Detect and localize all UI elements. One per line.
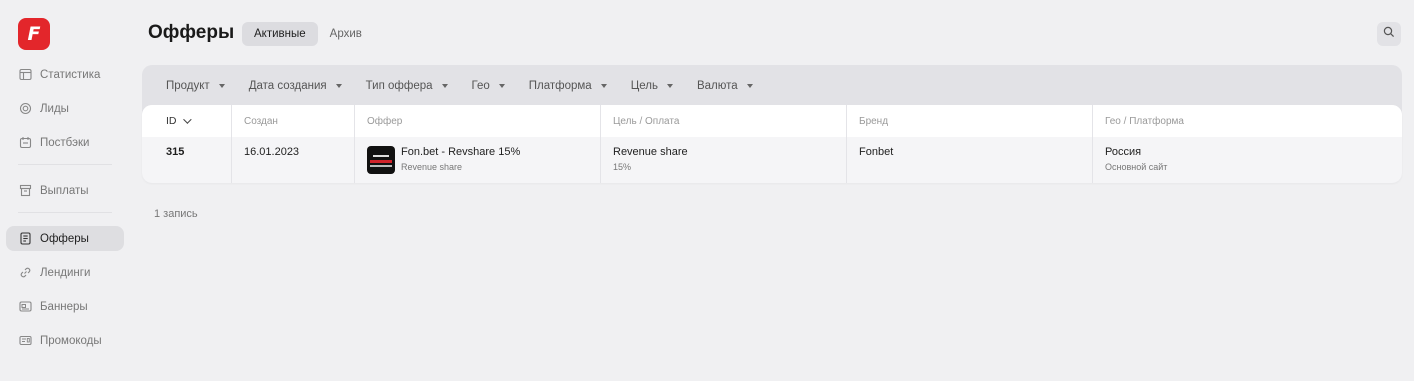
cell-id: 315	[142, 137, 232, 183]
caret-down-icon	[335, 83, 342, 88]
filter-product[interactable]: Продукт	[166, 80, 225, 92]
offer-logo-thumbnail	[367, 146, 395, 174]
tab-archive[interactable]: Архив	[318, 22, 374, 46]
filter-label: Дата создания	[248, 79, 327, 92]
offer-subtitle: Revenue share	[401, 162, 463, 172]
filter-bar: Продукт Дата создания Тип оффера Гео Пла…	[142, 65, 1402, 106]
tab-active[interactable]: Активные	[242, 22, 318, 46]
filter-platform[interactable]: Платформа	[529, 80, 607, 92]
offers-table: ID Создан Оффер Цель / Оплата Бренд Гео …	[142, 105, 1402, 183]
offers-panel: Продукт Дата создания Тип оффера Гео Пла…	[142, 65, 1402, 183]
filter-currency[interactable]: Валюта	[697, 80, 753, 92]
sidebar-item-offers[interactable]: Офферы	[6, 226, 124, 251]
sidebar-item-landings[interactable]: Лендинги	[6, 260, 124, 285]
cell-goal: Revenue share 15%	[601, 137, 847, 183]
cell-created: 16.01.2023	[232, 137, 355, 183]
sidebar-item-label: Промокоды	[40, 334, 102, 347]
target-icon	[18, 102, 32, 116]
offer-status-tabs: Активные Архив	[242, 22, 374, 46]
postback-icon	[18, 136, 32, 150]
filter-label: Валюта	[696, 79, 738, 92]
filter-offer-type[interactable]: Тип оффера	[366, 80, 448, 92]
sidebar-item-payouts[interactable]: Выплаты	[6, 178, 124, 203]
caret-down-icon	[441, 83, 448, 88]
column-header-offer: Оффер	[355, 105, 601, 137]
geo-label: Россия	[1105, 146, 1142, 158]
filter-goal[interactable]: Цель	[631, 80, 673, 92]
sidebar-item-postbacks[interactable]: Постбэки	[6, 130, 124, 155]
brand-name: Fonbet	[859, 146, 894, 158]
filter-created-date[interactable]: Дата создания	[249, 80, 342, 92]
filter-label: Цель	[630, 79, 658, 92]
sidebar: Статистика Лиды Постбэки Выплаты Офферы …	[6, 62, 124, 362]
sidebar-item-label: Выплаты	[40, 184, 89, 197]
sidebar-item-promocodes[interactable]: Промокоды	[6, 328, 124, 353]
cell-brand: Fonbet	[847, 137, 1093, 183]
created-date: 16.01.2023	[244, 146, 300, 158]
column-label: ID	[166, 115, 177, 127]
sidebar-divider	[18, 164, 112, 165]
column-label: Бренд	[859, 115, 889, 127]
goal-label: Revenue share	[613, 146, 688, 158]
filter-label: Гео	[471, 79, 490, 92]
column-header-id[interactable]: ID	[142, 105, 232, 137]
column-header-goal: Цель / Оплата	[601, 105, 847, 137]
sidebar-item-leads[interactable]: Лиды	[6, 96, 124, 121]
platform-label: Основной сайт	[1105, 162, 1168, 172]
sidebar-item-label: Статистика	[40, 68, 101, 81]
cell-offer[interactable]: Fon.bet - Revshare 15% Revenue share	[355, 137, 601, 183]
table-row[interactable]: 315 16.01.2023 Fon.bet - Revshare 15% Re…	[142, 137, 1402, 183]
app-logo[interactable]: F	[18, 18, 50, 50]
column-header-brand: Бренд	[847, 105, 1093, 137]
column-label: Создан	[244, 115, 278, 127]
caret-down-icon	[218, 83, 225, 88]
page-title: Офферы	[148, 22, 235, 43]
caret-down-icon	[746, 83, 753, 88]
caret-down-icon	[600, 83, 607, 88]
search-icon	[1383, 25, 1395, 43]
column-label: Гео / Платформа	[1105, 115, 1184, 127]
sidebar-item-label: Лиды	[40, 102, 69, 115]
column-header-created: Создан	[232, 105, 355, 137]
filter-geo[interactable]: Гео	[472, 80, 505, 92]
sort-chevron-icon	[182, 115, 192, 124]
column-label: Оффер	[367, 115, 403, 127]
caret-down-icon	[498, 83, 505, 88]
banner-icon	[18, 300, 32, 314]
table-header: ID Создан Оффер Цель / Оплата Бренд Гео …	[142, 105, 1402, 137]
sidebar-item-label: Офферы	[40, 232, 89, 245]
sidebar-item-label: Баннеры	[40, 300, 88, 313]
offers-icon	[18, 232, 32, 246]
payout-value: 15%	[613, 162, 632, 172]
sidebar-item-banners[interactable]: Баннеры	[6, 294, 124, 319]
column-label: Цель / Оплата	[613, 115, 680, 127]
records-count: 1 запись	[154, 208, 198, 220]
caret-down-icon	[666, 83, 673, 88]
payouts-icon	[18, 184, 32, 198]
search-button[interactable]	[1377, 22, 1401, 46]
logo-letter: F	[27, 23, 41, 45]
filter-label: Тип оффера	[365, 79, 433, 92]
offer-id: 315	[166, 146, 185, 158]
sidebar-item-statistics[interactable]: Статистика	[6, 62, 124, 87]
filter-label: Продукт	[166, 79, 210, 92]
stats-icon	[18, 68, 32, 82]
sidebar-item-label: Лендинги	[40, 266, 91, 279]
cell-geo: Россия Основной сайт	[1093, 137, 1402, 183]
column-header-geo: Гео / Платформа	[1093, 105, 1402, 137]
link-icon	[18, 266, 32, 280]
sidebar-item-label: Постбэки	[40, 136, 90, 149]
promocode-icon	[18, 334, 32, 348]
filter-label: Платформа	[528, 79, 592, 92]
offer-title[interactable]: Fon.bet - Revshare 15%	[401, 146, 520, 158]
sidebar-divider	[18, 212, 112, 213]
